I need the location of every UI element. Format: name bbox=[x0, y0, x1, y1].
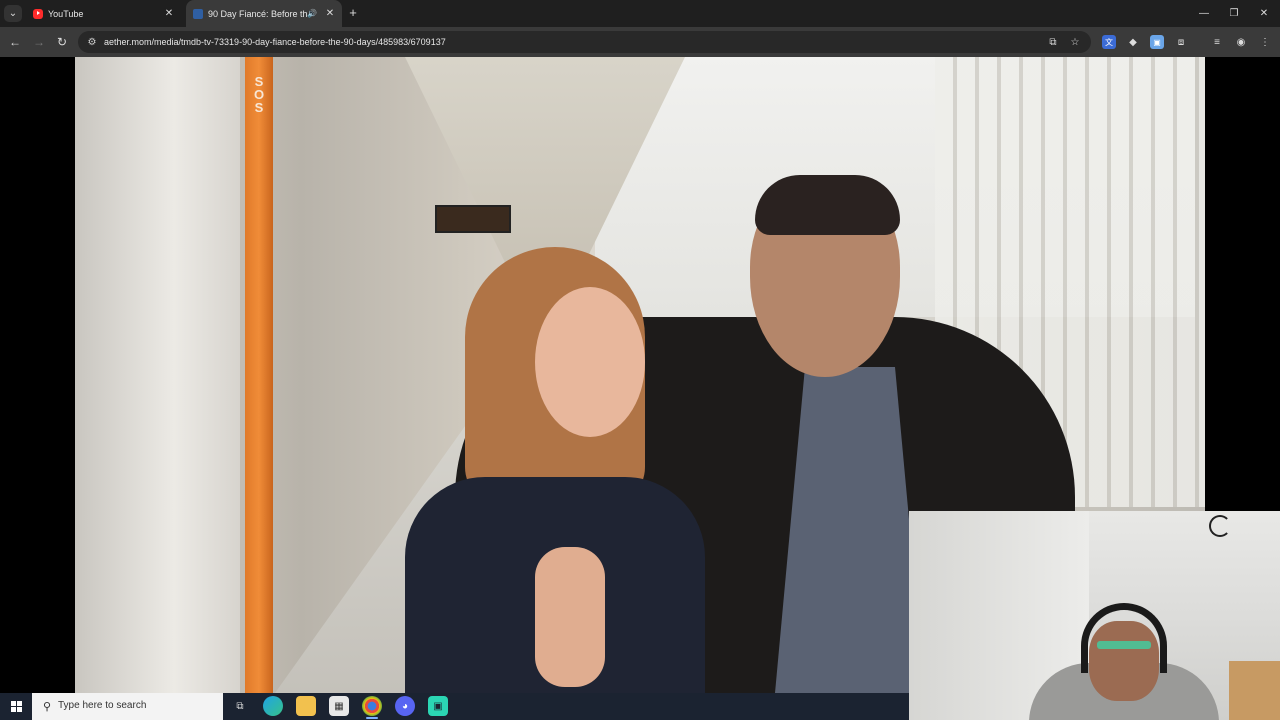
webcam-person bbox=[1029, 603, 1219, 720]
restore-button[interactable]: ❐ bbox=[1218, 0, 1250, 27]
video-figure bbox=[405, 247, 735, 693]
tab-title: YouTube bbox=[48, 8, 84, 19]
extensions-puzzle-icon[interactable]: ⧈ bbox=[1174, 35, 1188, 49]
url-text[interactable]: aether.mom/media/tmdb-tv-73319-90-day-fi… bbox=[104, 35, 446, 49]
speaker-icon[interactable]: 🔊 bbox=[307, 9, 317, 18]
forward-button[interactable]: → bbox=[30, 33, 48, 51]
site-icon bbox=[193, 8, 203, 19]
image-extension-icon[interactable]: ▣ bbox=[1150, 35, 1164, 49]
task-view-icon[interactable]: ⧉ bbox=[230, 696, 250, 716]
webcam-overlay bbox=[909, 511, 1280, 720]
media-controls-icon[interactable]: ≡ bbox=[1210, 35, 1224, 49]
start-button[interactable] bbox=[0, 693, 32, 720]
search-placeholder: Type here to search bbox=[58, 700, 147, 711]
taskbar-search-box[interactable]: ⚲ Type here to search bbox=[32, 693, 223, 720]
back-button[interactable]: ← bbox=[6, 33, 24, 51]
video-background bbox=[245, 57, 273, 693]
app-icon[interactable]: ▣ bbox=[428, 696, 448, 716]
chrome-icon[interactable] bbox=[362, 696, 382, 719]
search-icon: ⚲ bbox=[42, 700, 52, 713]
bookmark-star-icon[interactable]: ☆ bbox=[1068, 35, 1082, 49]
windows-logo-icon bbox=[10, 701, 22, 712]
edge-icon[interactable] bbox=[263, 696, 283, 716]
translate-extension-icon[interactable]: 文 bbox=[1102, 35, 1116, 49]
discord-icon[interactable]: ◕ bbox=[395, 696, 415, 716]
minimize-button[interactable]: — bbox=[1188, 0, 1220, 27]
diamond-extension-icon[interactable]: ◆ bbox=[1126, 35, 1140, 49]
tab-90-day-fiance[interactable]: 90 Day Fiancé: Before the 90 🔊 ✕ bbox=[186, 0, 342, 27]
tab-title: 90 Day Fiancé: Before the 90 bbox=[208, 8, 308, 19]
install-app-icon[interactable]: ⧉ bbox=[1046, 35, 1060, 49]
tab-strip: ⌄ YouTube ✕ 90 Day Fiancé: Before the 90… bbox=[0, 0, 1280, 27]
close-window-button[interactable]: ✕ bbox=[1248, 0, 1280, 27]
video-background bbox=[75, 57, 240, 693]
tab-close-button[interactable]: ✕ bbox=[162, 8, 176, 19]
reload-icon: ↻ bbox=[56, 35, 68, 49]
youtube-icon bbox=[33, 8, 43, 19]
windows-taskbar: ⚲ Type here to search ⧉ ▦ ◕ ▣ bbox=[0, 693, 909, 720]
store-icon[interactable]: ▦ bbox=[329, 696, 349, 716]
tab-youtube[interactable]: YouTube ✕ bbox=[26, 0, 181, 27]
profile-icon[interactable]: ◉ bbox=[1234, 35, 1248, 49]
new-tab-button[interactable]: + bbox=[346, 5, 360, 21]
video-background: SOS bbox=[253, 74, 265, 115]
menu-kebab-icon[interactable]: ⋮ bbox=[1258, 35, 1272, 49]
tab-close-button[interactable]: ✕ bbox=[323, 8, 337, 19]
file-explorer-icon[interactable] bbox=[296, 696, 316, 716]
arrow-left-icon: ← bbox=[9, 35, 21, 49]
reload-button[interactable]: ↻ bbox=[53, 33, 71, 51]
address-bar[interactable]: ⚙ aether.mom/media/tmdb-tv-73319-90-day-… bbox=[78, 31, 1091, 53]
arrow-right-icon: → bbox=[33, 35, 45, 49]
site-info-icon[interactable]: ⚙ bbox=[85, 35, 99, 49]
tab-search-button[interactable]: ⌄ bbox=[4, 5, 22, 22]
browser-toolbar: ← → ↻ ⚙ aether.mom/media/tmdb-tv-73319-9… bbox=[0, 27, 1280, 57]
chevron-down-icon: ⌄ bbox=[8, 8, 18, 19]
